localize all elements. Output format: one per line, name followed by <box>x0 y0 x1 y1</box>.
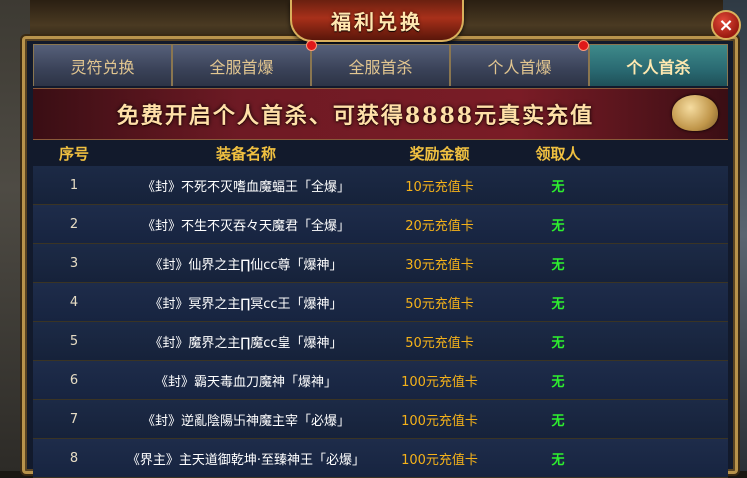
promo-banner: 免费开启个人首杀、可获得8888元真实充值 <box>33 88 728 140</box>
row-equipment-name: 《封》逆亂陰陽卐神魔主宰「必爆」 <box>141 413 350 429</box>
tab-lingfu-exchange[interactable]: 灵符兑换 <box>33 44 172 86</box>
row-receiver: 无 <box>551 452 565 468</box>
row-receiver: 无 <box>551 413 565 429</box>
tab-label: 全服首爆 <box>209 57 274 77</box>
tab-bar: 灵符兑换 全服首爆 全服首杀 个人首爆 个人首杀 <box>33 40 728 86</box>
row-receiver: 无 <box>551 257 565 273</box>
gold-ingot-icon <box>672 95 718 131</box>
row-receiver: 无 <box>551 296 565 312</box>
table-row: 4 《封》冥界之主∏冥cc王「爆神」 50元充值卡 无 <box>33 283 728 322</box>
row-reward: 10元充值卡 <box>405 179 474 195</box>
tab-personal-first-kill[interactable]: 个人首杀 <box>578 40 728 86</box>
row-equipment-name: 《界主》主天道御乾坤·至臻神王「必爆」 <box>126 452 366 468</box>
table-row: 6 《封》霸天毒血刀魔神「爆神」 100元充值卡 无 <box>33 361 728 400</box>
dialog-title: 福利兑换 <box>331 9 423 34</box>
tab-label: 个人首杀 <box>626 57 691 77</box>
row-equipment-name: 《封》魔界之主∏魔cc皇「爆神」 <box>149 335 343 351</box>
column-header-reward: 奖励金额 <box>409 144 470 163</box>
row-reward: 20元充值卡 <box>405 218 474 234</box>
row-reward: 100元充值卡 <box>401 413 478 429</box>
row-no: 3 <box>69 255 79 271</box>
row-reward: 50元充值卡 <box>405 335 474 351</box>
notification-dot <box>578 40 589 51</box>
tab-server-first-kill[interactable]: 全服首杀 <box>306 40 450 86</box>
tab-label: 个人首爆 <box>487 57 552 77</box>
close-icon: × <box>718 14 734 36</box>
table-row: 8 《界主》主天道御乾坤·至臻神王「必爆」 100元充值卡 无 <box>33 439 728 478</box>
row-no: 7 <box>69 411 79 427</box>
row-no: 8 <box>69 450 79 466</box>
notification-dot <box>306 40 317 51</box>
row-no: 5 <box>69 333 79 349</box>
column-header-no: 序号 <box>58 144 89 163</box>
row-no: 4 <box>69 294 79 310</box>
row-receiver: 无 <box>551 218 565 234</box>
table-row: 5 《封》魔界之主∏魔cc皇「爆神」 50元充值卡 无 <box>33 322 728 361</box>
table-row: 3 《封》仙界之主∏仙cc尊「爆神」 30元充值卡 无 <box>33 244 728 283</box>
row-equipment-name: 《封》仙界之主∏仙cc尊「爆神」 <box>149 257 343 273</box>
column-header-receiver: 领取人 <box>535 144 581 163</box>
row-no: 2 <box>69 216 79 232</box>
banner-text: 免费开启个人首杀、可获得8888元真实充值 <box>116 103 595 129</box>
tab-personal-first-drop[interactable]: 个人首爆 <box>450 44 589 86</box>
tab-label: 灵符兑换 <box>70 57 135 77</box>
table-row: 2 《封》不生不灭吞々天魔君「全爆」 20元充值卡 无 <box>33 205 728 244</box>
row-no: 1 <box>69 177 79 193</box>
row-receiver: 无 <box>551 179 565 195</box>
row-equipment-name: 《封》霸天毒血刀魔神「爆神」 <box>154 374 337 390</box>
table-header: 序号 装备名称 奖励金额 领取人 <box>33 140 728 166</box>
close-button[interactable]: × <box>711 10 741 40</box>
table-row: 1 《封》不死不灭嗜血魔蝠王「全爆」 10元充值卡 无 <box>33 166 728 205</box>
table-row: 7 《封》逆亂陰陽卐神魔主宰「必爆」 100元充值卡 无 <box>33 400 728 439</box>
tab-server-first-drop[interactable]: 全服首爆 <box>172 44 311 86</box>
row-reward: 50元充值卡 <box>405 296 474 312</box>
column-header-equipment: 装备名称 <box>215 144 276 163</box>
row-receiver: 无 <box>551 374 565 390</box>
row-reward: 30元充值卡 <box>405 257 474 273</box>
row-equipment-name: 《封》冥界之主∏冥cc王「爆神」 <box>149 296 343 312</box>
tab-label: 全服首杀 <box>348 57 413 77</box>
row-equipment-name: 《封》不生不灭吞々天魔君「全爆」 <box>141 218 350 234</box>
row-receiver: 无 <box>551 335 565 351</box>
row-equipment-name: 《封》不死不灭嗜血魔蝠王「全爆」 <box>141 179 350 195</box>
title-plate: 福利兑换 <box>290 0 464 42</box>
reward-table: 1 《封》不死不灭嗜血魔蝠王「全爆」 10元充值卡 无 2 《封》不生不灭吞々天… <box>33 166 728 478</box>
row-no: 6 <box>69 372 79 388</box>
row-reward: 100元充值卡 <box>401 374 478 390</box>
row-reward: 100元充值卡 <box>401 452 478 468</box>
